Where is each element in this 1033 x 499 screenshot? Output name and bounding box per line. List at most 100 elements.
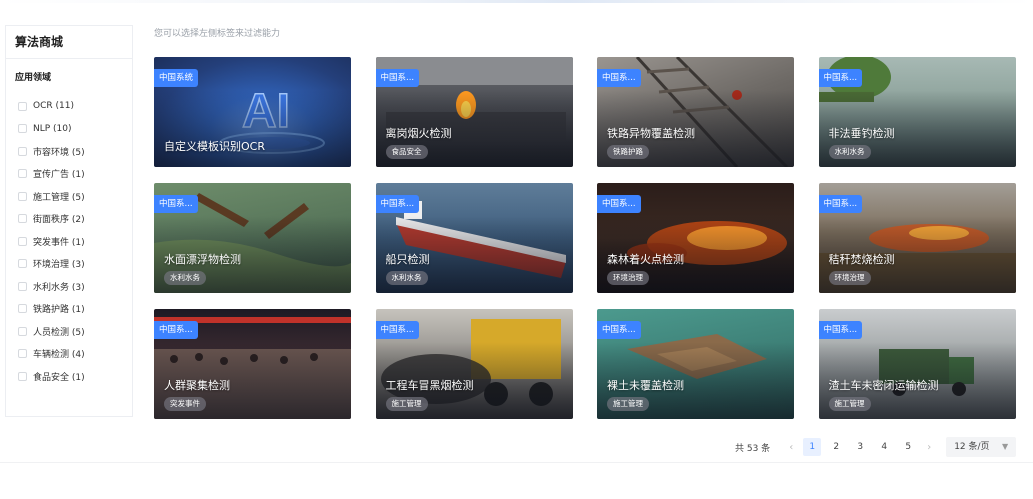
category-tag: 环境治理 bbox=[607, 271, 649, 285]
card-title: 秸秆焚烧检测 bbox=[828, 253, 895, 266]
source-badge: 中国系... bbox=[154, 321, 198, 339]
category-tag: 施工管理 bbox=[385, 397, 428, 411]
card-title: 人群聚集检测 bbox=[164, 379, 230, 392]
category-item-water[interactable]: 水利水务 (3) bbox=[6, 275, 132, 298]
category-label: 人员检测 (5) bbox=[33, 327, 85, 338]
algorithm-card[interactable]: 中国系... 离岗烟火检测 食品安全 bbox=[375, 57, 573, 167]
page-number-3[interactable]: 3 bbox=[851, 438, 869, 456]
algorithm-card[interactable]: 中国系... 秸秆焚烧检测 环境治理 bbox=[818, 183, 1016, 293]
sidebar-title: 算法商城 bbox=[6, 26, 132, 59]
category-item-environment[interactable]: 环境治理 (3) bbox=[6, 253, 132, 276]
source-badge: 中国系... bbox=[375, 195, 420, 213]
category-tag: 食品安全 bbox=[385, 145, 428, 159]
card-title: 渣土车未密闭运输检测 bbox=[828, 379, 939, 392]
algorithm-card[interactable]: 中国系... 森林着火点检测 环境治理 bbox=[597, 183, 794, 293]
card-title: 森林着火点检测 bbox=[607, 253, 684, 266]
category-tag: 铁路护路 bbox=[607, 145, 649, 159]
category-tag: 水利水务 bbox=[385, 271, 428, 285]
sidebar-section-title: 应用领域 bbox=[15, 73, 52, 83]
card-title: 离岗烟火检测 bbox=[385, 127, 452, 140]
checkbox[interactable] bbox=[18, 326, 27, 336]
algorithm-card[interactable]: AI 中国系统 自定义模板识别OCR bbox=[154, 57, 351, 167]
checkbox[interactable] bbox=[18, 281, 27, 291]
category-item-street-order[interactable]: 街面秩序 (2) bbox=[6, 208, 132, 231]
category-label: 水利水务 (3) bbox=[33, 282, 85, 293]
checkbox[interactable] bbox=[18, 236, 27, 246]
source-badge: 中国系统 bbox=[154, 69, 199, 87]
checkbox[interactable] bbox=[18, 191, 27, 201]
chevron-down-icon: ▼ bbox=[1002, 442, 1009, 451]
category-label: 街面秩序 (2) bbox=[33, 215, 85, 226]
pagination: 共 53 条 ‹ 1 2 3 4 5 › 12 条/页 ▼ bbox=[735, 437, 1017, 457]
source-badge: 中国系... bbox=[818, 69, 863, 87]
top-strip bbox=[0, 0, 1033, 3]
category-tag: 施工管理 bbox=[607, 397, 649, 411]
category-tag: 水利水务 bbox=[164, 271, 206, 285]
category-item-emergency[interactable]: 突发事件 (1) bbox=[6, 230, 132, 253]
source-badge: 中国系... bbox=[818, 195, 863, 213]
category-item-person[interactable]: 人员检测 (5) bbox=[6, 320, 132, 343]
footer-divider bbox=[0, 462, 1033, 463]
category-item-nlp[interactable]: NLP (10) bbox=[6, 118, 132, 141]
category-item-food-safety[interactable]: 食品安全 (1) bbox=[6, 365, 132, 388]
card-title: 工程车冒黑烟检测 bbox=[385, 379, 474, 392]
checkbox[interactable] bbox=[18, 101, 27, 111]
checkbox[interactable] bbox=[18, 349, 27, 359]
category-label: 施工管理 (5) bbox=[33, 192, 85, 203]
source-badge: 中国系... bbox=[818, 321, 863, 339]
source-badge: 中国系... bbox=[375, 69, 420, 87]
category-label: 食品安全 (1) bbox=[33, 372, 85, 383]
algorithm-card[interactable]: 中国系... 船只检测 水利水务 bbox=[375, 183, 573, 293]
pagination-total: 共 53 条 bbox=[735, 443, 771, 454]
category-label: 铁路护路 (1) bbox=[33, 305, 85, 316]
checkbox[interactable] bbox=[18, 259, 27, 269]
source-badge: 中国系... bbox=[375, 321, 420, 339]
prev-page-icon[interactable]: ‹ bbox=[782, 442, 800, 453]
source-badge: 中国系... bbox=[154, 195, 198, 213]
category-item-construction[interactable]: 施工管理 (5) bbox=[6, 185, 132, 208]
category-tag: 突发事件 bbox=[164, 397, 206, 411]
category-label: 突发事件 (1) bbox=[33, 237, 85, 248]
page-number-5[interactable]: 5 bbox=[899, 438, 917, 456]
category-label: NLP (10) bbox=[33, 123, 72, 134]
category-label: 车辆检测 (4) bbox=[33, 350, 85, 361]
page-number-4[interactable]: 4 bbox=[875, 438, 893, 456]
algorithm-card[interactable]: 中国系... 铁路异物覆盖检测 铁路护路 bbox=[597, 57, 794, 167]
category-tag: 施工管理 bbox=[828, 397, 871, 411]
category-label: 市容环境 (5) bbox=[33, 147, 85, 158]
algorithm-card[interactable]: 中国系... 工程车冒黑烟检测 施工管理 bbox=[375, 309, 573, 419]
algorithm-card[interactable]: 中国系... 水面漂浮物检测 水利水务 bbox=[154, 183, 351, 293]
source-badge: 中国系... bbox=[597, 321, 641, 339]
algorithm-card[interactable]: 中国系... 人群聚集检测 突发事件 bbox=[154, 309, 351, 419]
page-size-select[interactable]: 12 条/页 ▼ bbox=[946, 437, 1017, 457]
category-item-ocr[interactable]: OCR (11) bbox=[6, 95, 132, 118]
category-list: OCR (11) NLP (10) 市容环境 (5) 宣传广告 (1) 施工管理… bbox=[6, 95, 132, 388]
card-title: 铁路异物覆盖检测 bbox=[607, 127, 695, 140]
category-item-city-environment[interactable]: 市容环境 (5) bbox=[6, 140, 132, 163]
checkbox[interactable] bbox=[18, 124, 27, 134]
checkbox[interactable] bbox=[18, 371, 27, 381]
filter-hint: 您可以选择左侧标签来过滤能力 bbox=[154, 29, 281, 39]
category-item-advertising[interactable]: 宣传广告 (1) bbox=[6, 163, 132, 186]
checkbox[interactable] bbox=[18, 214, 27, 224]
page-number-1[interactable]: 1 bbox=[803, 438, 822, 456]
card-title: 船只检测 bbox=[385, 253, 430, 266]
category-item-vehicle[interactable]: 车辆检测 (4) bbox=[6, 343, 132, 366]
algorithm-card[interactable]: 中国系... 非法垂钓检测 水利水务 bbox=[818, 57, 1016, 167]
category-label: 宣传广告 (1) bbox=[33, 170, 85, 181]
checkbox[interactable] bbox=[18, 169, 27, 179]
card-title: 水面漂浮物检测 bbox=[164, 253, 241, 266]
algorithm-card[interactable]: 中国系... 渣土车未密闭运输检测 施工管理 bbox=[818, 309, 1016, 419]
algorithm-card[interactable]: 中国系... 裸土未覆盖检测 施工管理 bbox=[597, 309, 794, 419]
category-item-railway[interactable]: 铁路护路 (1) bbox=[6, 298, 132, 321]
next-page-icon[interactable]: › bbox=[920, 442, 938, 453]
card-title: 裸土未覆盖检测 bbox=[607, 379, 684, 392]
page-size-value: 12 条/页 bbox=[954, 442, 990, 452]
category-label: OCR (11) bbox=[33, 101, 74, 112]
checkbox[interactable] bbox=[18, 304, 27, 314]
category-tag: 水利水务 bbox=[828, 145, 871, 159]
page-number-2[interactable]: 2 bbox=[827, 438, 845, 456]
sidebar: 算法商城 应用领域 OCR (11) NLP (10) 市容环境 (5) 宣传广… bbox=[5, 25, 133, 417]
source-badge: 中国系... bbox=[597, 195, 641, 213]
checkbox[interactable] bbox=[18, 146, 27, 156]
